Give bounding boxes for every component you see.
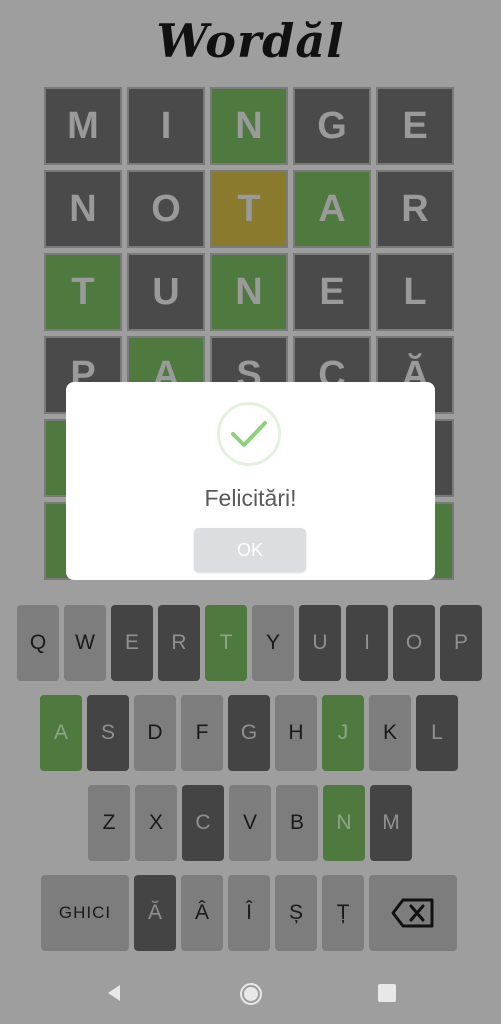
home-icon[interactable] [239, 982, 263, 1011]
ok-button[interactable]: OK [194, 528, 306, 572]
dialog-message: Felicitări! [204, 485, 297, 511]
success-dialog: Felicitări! OK [66, 382, 435, 580]
success-check-icon [217, 402, 281, 466]
back-icon[interactable] [103, 982, 125, 1009]
android-nav-bar [0, 968, 501, 1024]
recents-icon[interactable] [376, 982, 398, 1009]
modal-overlay: Felicitări! OK [0, 0, 501, 1024]
